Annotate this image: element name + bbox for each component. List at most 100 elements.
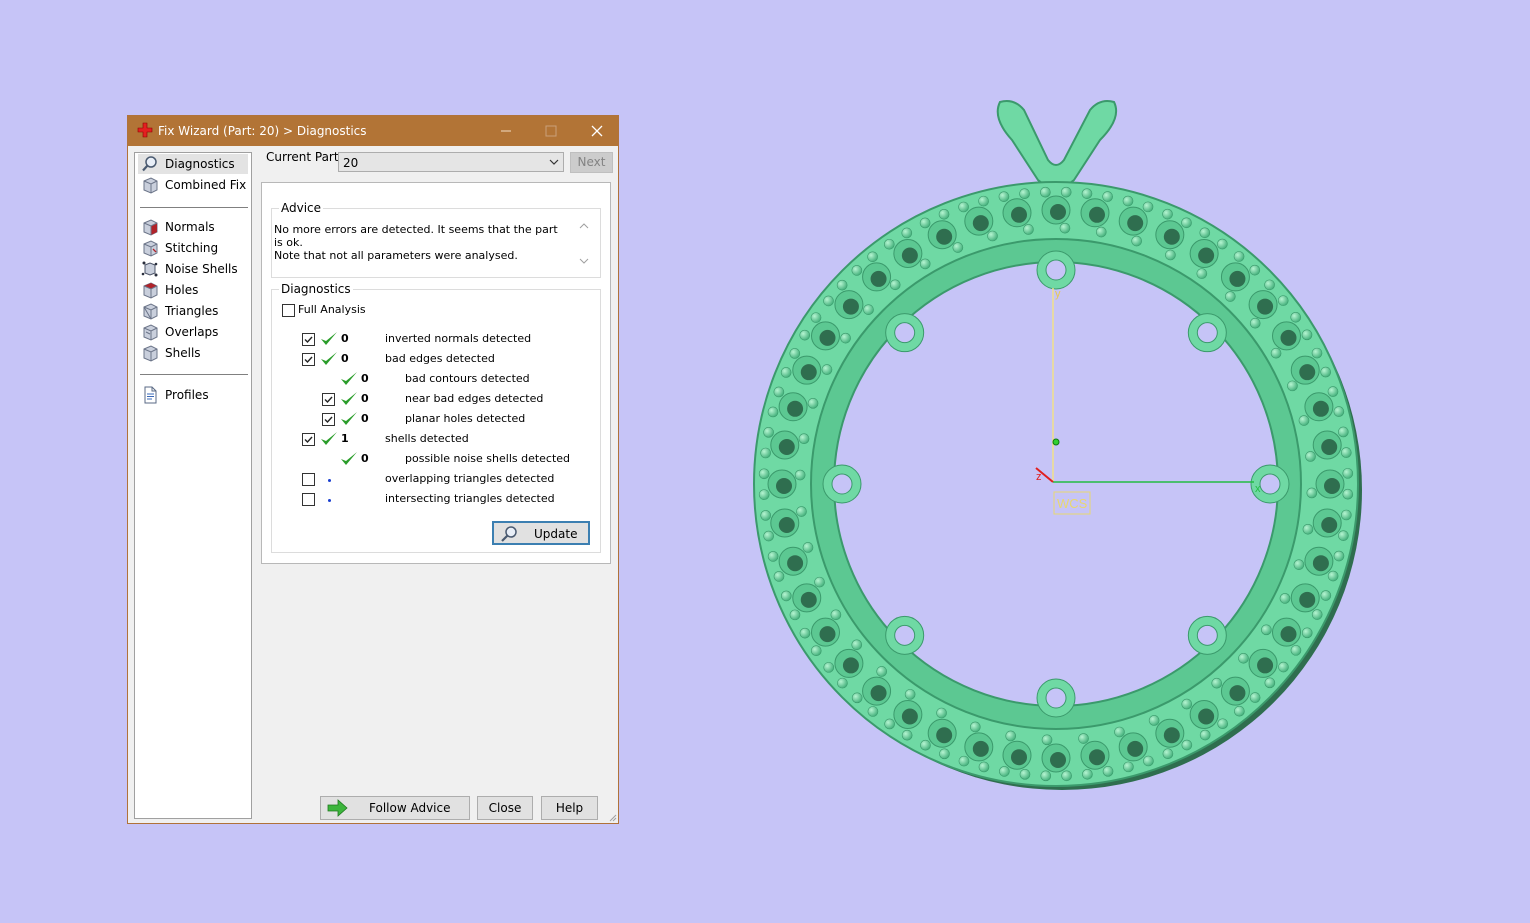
current-part-label: Current Part: (266, 150, 343, 164)
bead-hole (1280, 329, 1297, 346)
bead (1306, 487, 1318, 499)
axis-x-label: x (1255, 483, 1261, 495)
status-dot (328, 479, 331, 482)
help-button[interactable]: Help (541, 796, 598, 820)
bead-hole (1257, 657, 1274, 674)
bead (1249, 264, 1261, 276)
bead (799, 329, 811, 341)
axis-y-label: y (1055, 288, 1061, 300)
bead (773, 386, 785, 398)
magnifier-icon (142, 156, 157, 172)
nav-item-stitching[interactable]: Stitching (138, 238, 248, 258)
bead (851, 639, 863, 651)
bad-edges-count: 0 (341, 352, 349, 365)
current-part-select[interactable]: 20 (338, 152, 564, 172)
green-check-icon (321, 432, 337, 445)
bead (1302, 523, 1314, 535)
nav-item-diagnostics[interactable]: Diagnostics (138, 154, 248, 174)
bead (837, 677, 848, 689)
close-window-button[interactable] (574, 116, 619, 146)
bead-hole (1229, 270, 1246, 287)
bead (823, 295, 834, 307)
bead (919, 217, 931, 229)
bead (867, 251, 878, 263)
bead (1261, 624, 1272, 636)
near-bad-edges-label: near bad edges detected (405, 392, 544, 405)
origin-marker (1052, 438, 1060, 446)
nav-item-normals[interactable]: Normals (138, 217, 248, 237)
minimize-button[interactable] (483, 116, 528, 146)
bead (1181, 739, 1193, 751)
wcs-label: WCS (1057, 496, 1088, 511)
near-bad-edges-count: 0 (361, 392, 369, 405)
bead (789, 348, 801, 359)
nav-item-noise-shells[interactable]: Noise Shells (138, 259, 248, 279)
bead (1217, 238, 1228, 250)
bead-hole (870, 685, 887, 702)
holes-cube-icon (143, 282, 158, 299)
shells-count: 1 (341, 432, 349, 445)
bead (1249, 692, 1261, 703)
advice-scrollbar[interactable] (577, 219, 591, 269)
close-button[interactable]: Close (477, 796, 533, 820)
nav-label: Triangles (165, 304, 219, 318)
bead-hole (1050, 752, 1066, 768)
bead (1327, 386, 1339, 397)
bead (1181, 217, 1192, 229)
nav-item-combined-fix[interactable]: Combined Fix (138, 175, 248, 195)
bad-edges-label: bad edges detected (385, 352, 495, 365)
bead (883, 238, 895, 250)
bead-hole (1127, 740, 1144, 757)
bead (952, 242, 964, 253)
full-analysis-checkbox[interactable] (282, 304, 295, 317)
follow-advice-button[interactable]: Follow Advice (320, 796, 470, 820)
title-bar[interactable]: Fix Wizard (Part: 20) > Diagnostics (128, 116, 618, 146)
bead (798, 433, 810, 445)
bead (1211, 677, 1223, 689)
nav-item-holes[interactable]: Holes (138, 280, 248, 300)
bead-hole (1299, 591, 1316, 608)
bead (904, 689, 916, 700)
checkmark-icon (324, 396, 333, 404)
intersecting-triangles-checkbox[interactable] (302, 493, 315, 506)
resize-grip-icon[interactable] (607, 812, 617, 822)
near-bad-edges-checkbox[interactable] (322, 393, 335, 406)
nav-item-profiles[interactable]: Profiles (138, 385, 248, 405)
shells-checkbox[interactable] (302, 433, 315, 446)
bead (1342, 488, 1354, 500)
update-button[interactable]: Update (492, 521, 590, 545)
bead (767, 551, 779, 562)
next-button[interactable]: Next (570, 152, 613, 173)
bad-edges-checkbox[interactable] (302, 353, 315, 366)
bead (1264, 677, 1276, 689)
noise-shells-icon (141, 261, 158, 277)
green-check-icon (321, 332, 337, 345)
maximize-button[interactable] (528, 116, 573, 146)
inverted-normals-checkbox[interactable] (302, 333, 315, 346)
bead (1061, 770, 1072, 782)
noise-shells-label: possible noise shells detected (405, 452, 571, 465)
nav-label: Holes (165, 283, 199, 297)
checkmark-icon (324, 416, 333, 424)
nav-divider (140, 207, 248, 208)
nav-item-triangles[interactable]: Triangles (138, 301, 248, 321)
bead (773, 571, 785, 582)
wizard-nav: Diagnostics Combined Fix Normals Stitchi… (134, 152, 252, 819)
bead (1131, 235, 1142, 247)
bead (998, 191, 1010, 202)
magnifier-icon (501, 526, 517, 542)
bead-hole (1050, 204, 1066, 220)
nav-label: Shells (165, 346, 201, 360)
nav-label: Normals (165, 220, 215, 234)
bead-hole (1088, 749, 1105, 766)
3d-viewport[interactable]: x y z WCS (740, 90, 1380, 810)
full-analysis-label: Full Analysis (298, 303, 366, 316)
triangles-cube-icon (143, 303, 158, 320)
nav-item-shells[interactable]: Shells (138, 343, 248, 363)
planar-holes-label: planar holes detected (405, 412, 526, 425)
follow-advice-label: Follow Advice (369, 801, 451, 815)
overlapping-triangles-checkbox[interactable] (302, 473, 315, 486)
bead-hole (1163, 727, 1180, 744)
nav-item-overlaps[interactable]: Overlaps (138, 322, 248, 342)
planar-holes-checkbox[interactable] (322, 413, 335, 426)
